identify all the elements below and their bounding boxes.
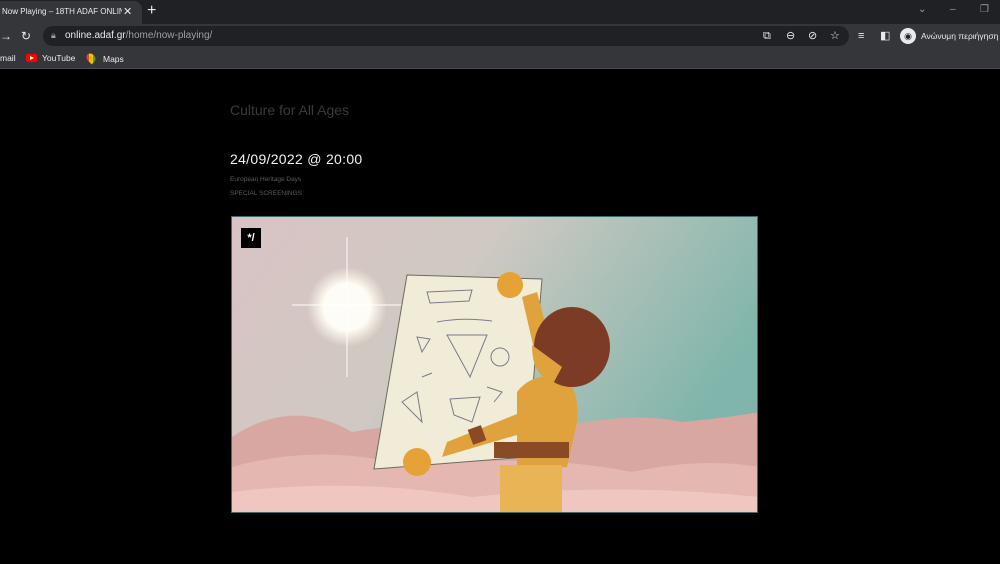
reload-icon[interactable]: ↻ — [21, 29, 31, 43]
url-text[interactable]: online.adaf.gr/home/now-playing/ — [65, 30, 212, 41]
url-host: online.adaf.gr — [65, 30, 126, 41]
translate-icon[interactable]: ⧉ — [763, 29, 771, 43]
tab-title: Now Playing – 18TH ADAF ONLINE — [2, 7, 122, 16]
bookmark-youtube-label: YouTube — [42, 53, 76, 63]
new-tab-icon[interactable]: + — [147, 2, 156, 20]
zoom-icon[interactable]: ⊖ — [786, 29, 795, 43]
bookmark-mail[interactable]: mail — [0, 53, 16, 63]
side-panel-icon[interactable]: ◧ — [880, 29, 890, 43]
browser-toolbar: → ↻ 🔒︎ online.adaf.gr/home/now-playing/ … — [0, 24, 1000, 48]
bookmark-maps[interactable]: Maps — [84, 51, 124, 65]
page-content: Culture for All Ages 24/09/2022 @ 20:00 … — [0, 70, 1000, 564]
bookmark-maps-label: Maps — [103, 54, 124, 64]
event-type[interactable]: SPECIAL SCREENINGS — [230, 190, 302, 197]
profile-label[interactable]: Ανώνυμη περιήγηση — [921, 31, 998, 41]
event-category[interactable]: European Heritage Days — [230, 176, 301, 183]
restore-icon[interactable]: ❐ — [980, 4, 989, 15]
bookmarks-bar: mail YouTube Maps — [0, 48, 1000, 69]
video-frame — [232, 217, 757, 512]
incognito-icon[interactable]: ◉ — [900, 28, 916, 44]
event-datetime: 24/09/2022 @ 20:00 — [230, 151, 363, 167]
video-player[interactable]: */ — [231, 216, 758, 513]
vimeo-logo-icon[interactable]: */ — [241, 228, 261, 248]
tab-close-icon[interactable]: ✕ — [123, 5, 132, 19]
address-bar[interactable]: 🔒︎ online.adaf.gr/home/now-playing/ ⧉ ⊖ … — [43, 26, 849, 46]
bookmark-star-icon[interactable]: ☆ — [830, 29, 840, 43]
reading-list-icon[interactable]: ≡ — [858, 29, 864, 43]
tab-search-icon[interactable]: ⌄ — [918, 4, 926, 15]
section-title: Culture for All Ages — [230, 102, 350, 118]
forward-icon[interactable]: → — [0, 29, 12, 43]
url-path: /home/now-playing/ — [125, 30, 213, 41]
browser-titlebar: Now Playing – 18TH ADAF ONLINE ✕ + ⌄ – ❐ — [0, 0, 1000, 24]
minimize-icon[interactable]: – — [950, 4, 956, 15]
lock-icon[interactable]: 🔒︎ — [51, 30, 56, 41]
eye-off-icon[interactable]: ⊘ — [808, 29, 817, 43]
browser-tab[interactable]: Now Playing – 18TH ADAF ONLINE ✕ — [0, 1, 142, 24]
maps-icon — [84, 51, 98, 65]
bookmark-youtube[interactable]: YouTube — [26, 53, 75, 63]
youtube-icon — [26, 54, 37, 62]
